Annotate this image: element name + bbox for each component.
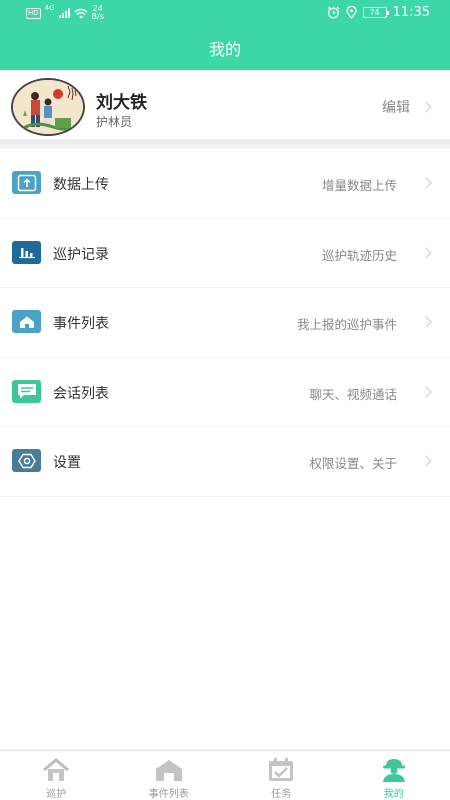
menu-item-label: 数据上传 — [53, 177, 109, 193]
chevron-right-icon — [420, 177, 432, 189]
menu-item-label: 设置 — [53, 455, 81, 471]
alarm-icon — [327, 6, 339, 19]
tab-label: 我的 — [383, 789, 404, 800]
tab-event-list[interactable]: 事件列表 — [113, 751, 226, 800]
menu-item-hint: 我上报的巡护事件 — [296, 317, 397, 332]
user-role: 护林员 — [96, 115, 133, 129]
hd-badge: HD — [26, 7, 41, 19]
user-icon — [382, 759, 405, 782]
menu-item-hint: 聊天、视频通话 — [309, 386, 397, 402]
signal-icon — [58, 8, 70, 18]
user-name: 刘大铁 — [96, 93, 147, 113]
battery-level: 74 — [369, 8, 380, 17]
bottom-tab-bar: 巡护 事件列表 任务 我的 — [0, 750, 450, 800]
network-type: 4G — [44, 4, 55, 12]
menu-item-hint: 巡护轨迹历史 — [321, 247, 397, 263]
menu-item-label: 事件列表 — [53, 316, 109, 332]
event-icon — [155, 760, 182, 781]
chevron-right-icon — [420, 101, 432, 113]
chevron-right-icon — [420, 385, 432, 398]
status-bar: HD 4G 24 B/s 74 11:35 — [0, 0, 450, 26]
tab-mine[interactable]: 我的 — [338, 751, 450, 800]
chevron-right-icon — [420, 246, 432, 259]
tab-tasks[interactable]: 任务 — [225, 751, 338, 800]
chevron-right-icon — [420, 316, 432, 328]
menu-item-label: 会话列表 — [53, 385, 109, 402]
profile-card[interactable]: 刘大铁 护林员 编辑 — [0, 70, 450, 144]
tab-label: 巡护 — [46, 789, 67, 800]
header-bar: HD 4G 24 B/s 74 11:35 我的 — [0, 0, 450, 70]
avatar-illustration — [13, 80, 83, 134]
page-title: 我的 — [208, 40, 241, 59]
chevron-right-icon — [420, 455, 432, 467]
battery-icon: 74 — [362, 7, 389, 18]
menu-item-hint: 增量数据上传 — [321, 178, 397, 193]
settings-icon — [12, 449, 41, 472]
bar-chart-icon — [12, 240, 41, 264]
location-icon — [345, 6, 357, 19]
home-icon — [43, 758, 70, 781]
avatar[interactable] — [11, 78, 85, 136]
menu-item-event-list[interactable]: 事件列表 我上报的巡护事件 — [0, 288, 450, 358]
menu-item-hint: 权限设置、关于 — [309, 456, 397, 471]
house-icon — [12, 310, 41, 333]
upload-icon — [12, 171, 41, 194]
menu-item-label: 巡护记录 — [53, 246, 109, 263]
menu-item-data-upload[interactable]: 数据上传 增量数据上传 — [0, 149, 450, 219]
net-speed: 24 B/s — [92, 5, 104, 21]
calendar-check-icon — [269, 758, 294, 781]
menu-item-conversations[interactable]: 会话列表 聊天、视频通话 — [0, 358, 450, 427]
clock: 11:35 — [392, 5, 430, 20]
tab-label: 任务 — [271, 789, 292, 800]
menu-item-patrol-records[interactable]: 巡护记录 巡护轨迹历史 — [0, 219, 450, 288]
chat-icon — [12, 379, 41, 403]
menu-list: 数据上传 增量数据上传 巡护记录 巡护轨迹历史 事件列表 我上报的巡护事件 会话… — [0, 149, 450, 749]
menu-item-settings[interactable]: 设置 权限设置、关于 — [0, 427, 450, 497]
tab-label: 事件列表 — [148, 789, 189, 800]
tab-patrol[interactable]: 巡护 — [0, 751, 113, 800]
wifi-icon — [74, 8, 88, 18]
net-speed-unit: B/s — [91, 12, 104, 21]
edit-profile-link[interactable]: 编辑 — [382, 97, 410, 117]
